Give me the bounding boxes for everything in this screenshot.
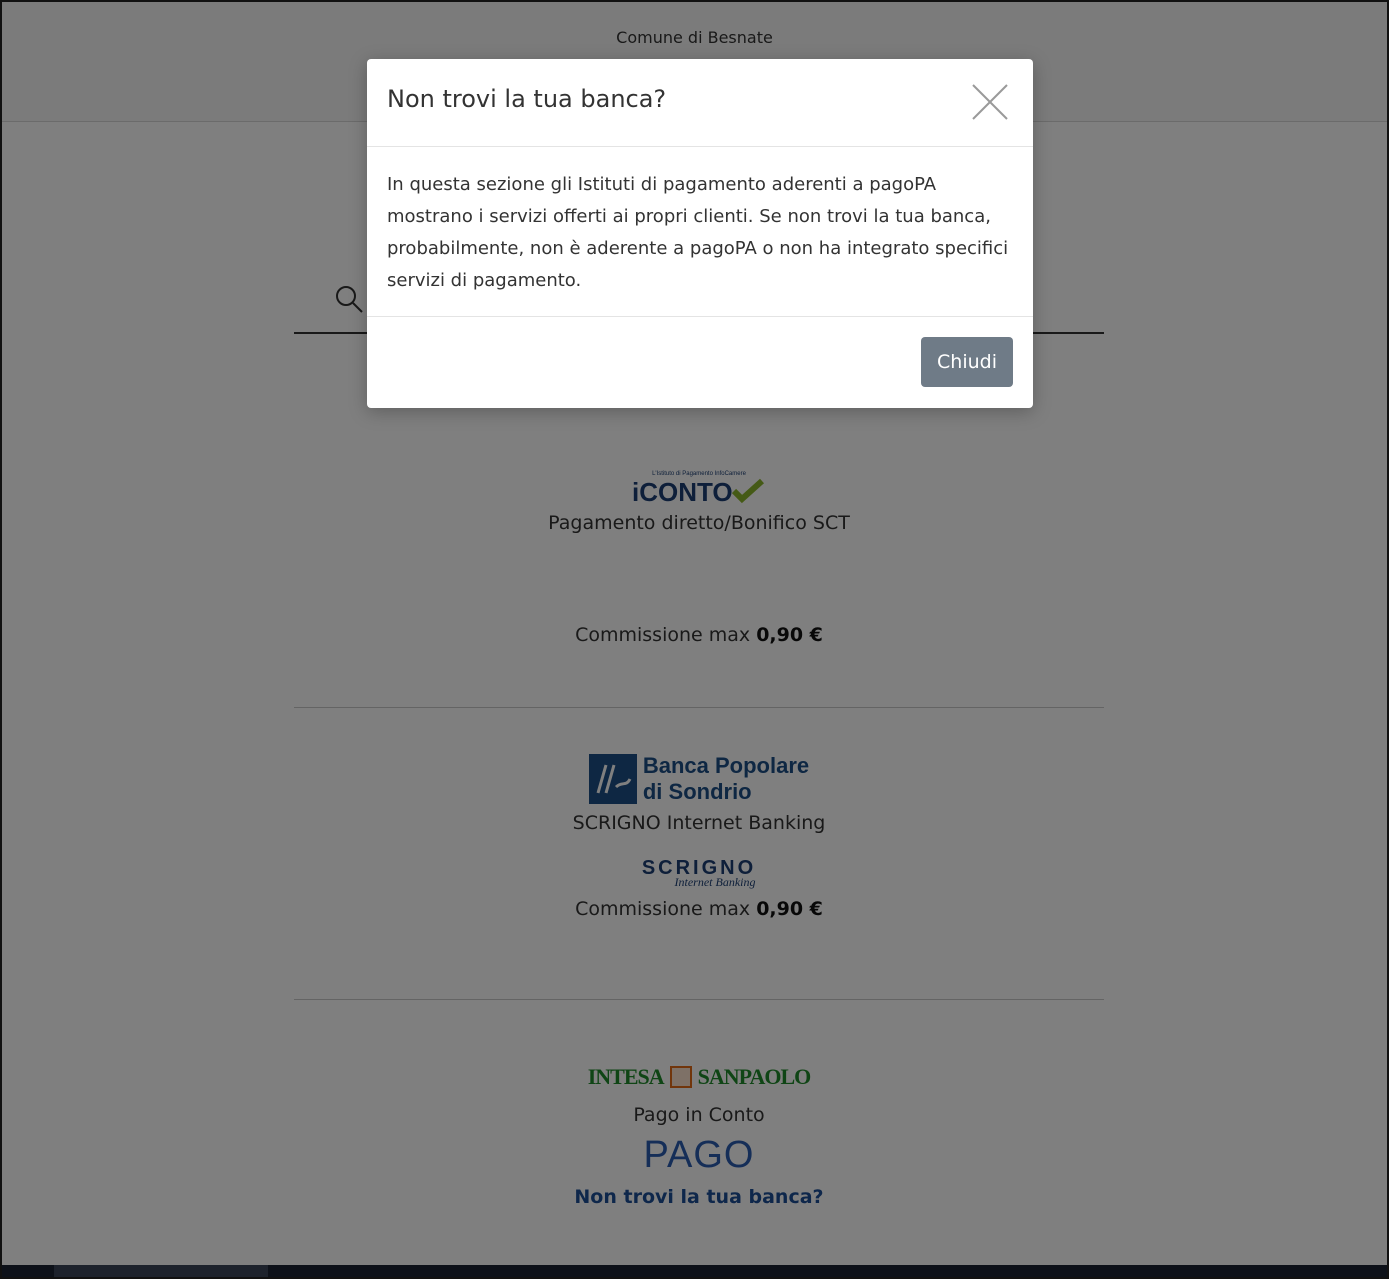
close-button[interactable]: Chiudi	[921, 337, 1013, 387]
modal-body: In questa sezione gli Istituti di pagame…	[367, 147, 1033, 317]
modal-header: Non trovi la tua banca?	[367, 59, 1033, 147]
bank-info-modal: Non trovi la tua banca? In questa sezion…	[367, 59, 1033, 408]
close-icon[interactable]	[971, 83, 1009, 121]
modal-footer: Chiudi	[367, 317, 1033, 407]
modal-title: Non trovi la tua banca?	[387, 85, 667, 113]
browser-frame: Comune di Besnate L'Istituto di Pagament…	[0, 0, 1389, 1279]
